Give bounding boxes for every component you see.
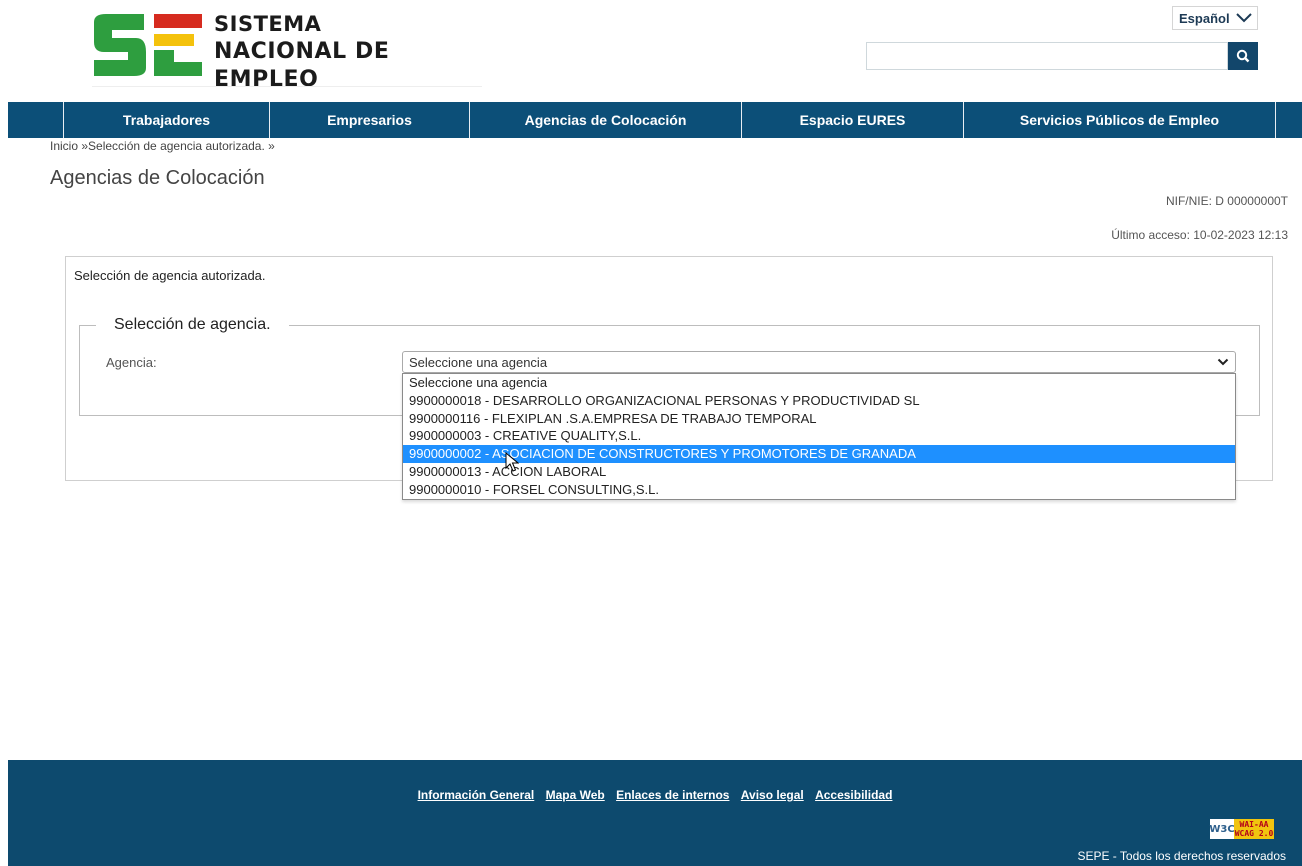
agency-dropdown-list: Seleccione una agencia 9900000018 - DESA… (402, 373, 1236, 500)
language-label: Español (1179, 10, 1230, 26)
wai-line2: WCAG 2.0 (1234, 829, 1274, 838)
language-selector[interactable]: Español (1172, 6, 1258, 30)
fieldset-legend: Selección de agencia. (96, 316, 289, 334)
copyright-text: SEPE - Todos los derechos reservados (1077, 849, 1286, 863)
wai-line1: WAI-AA (1239, 820, 1269, 829)
agency-select[interactable]: Seleccione una agencia (402, 351, 1236, 373)
nav-item-agencias[interactable]: Agencias de Colocación (470, 102, 742, 138)
footer-link-map[interactable]: Mapa Web (546, 788, 605, 802)
footer-link-accessibility[interactable]: Accesibilidad (815, 788, 892, 802)
footer-links: Información General Mapa Web Enlaces de … (8, 788, 1302, 802)
last-access: Último acceso: 10-02-2023 12:13 (1111, 228, 1288, 242)
agency-option-highlighted[interactable]: 9900000002 - ASOCIACION DE CONSTRUCTORES… (403, 445, 1235, 463)
nav-tail (1276, 102, 1302, 138)
agency-option[interactable]: Seleccione una agencia (403, 374, 1235, 392)
agency-option[interactable]: 9900000116 - FLEXIPLAN .S.A.EMPRESA DE T… (403, 410, 1235, 428)
agency-option[interactable]: 9900000010 - FORSEL CONSULTING,S.L. (403, 481, 1235, 499)
footer-link-internal[interactable]: Enlaces de internos (616, 788, 729, 802)
main-nav: Trabajadores Empresarios Agencias de Col… (8, 102, 1302, 138)
agency-label: Agencia: (106, 355, 157, 370)
logo-mark-icon (94, 14, 202, 76)
agency-select-value: Seleccione una agencia (409, 354, 548, 370)
site-logo[interactable]: SISTEMA NACIONAL DE EMPLEO (92, 8, 482, 92)
wcag-badge[interactable]: W3C WAI-AA WCAG 2.0 (1209, 819, 1274, 839)
logo-line1: SISTEMA (214, 12, 322, 36)
agency-option[interactable]: 9900000013 - ACCION LABORAL (403, 463, 1235, 481)
agency-option[interactable]: 9900000003 - CREATIVE QUALITY,S.L. (403, 427, 1235, 445)
nav-item-trabajadores[interactable]: Trabajadores (64, 102, 270, 138)
user-nif: NIF/NIE: D 00000000T (1165, 194, 1288, 208)
nav-item-servicios[interactable]: Servicios Públicos de Empleo (964, 102, 1276, 138)
nav-spacer (8, 102, 64, 138)
chevron-down-icon (1236, 13, 1252, 23)
footer-link-info[interactable]: Información General (418, 788, 535, 802)
footer-link-legal[interactable]: Aviso legal (741, 788, 804, 802)
chevron-down-icon (1217, 358, 1229, 366)
wai-aa-label: WAI-AA WCAG 2.0 (1234, 819, 1274, 839)
panel-title: Selección de agencia autorizada. (74, 268, 266, 283)
nav-item-empresarios[interactable]: Empresarios (270, 102, 470, 138)
w3c-logo: W3C (1209, 819, 1235, 839)
nav-item-eures[interactable]: Espacio EURES (742, 102, 964, 138)
footer: Información General Mapa Web Enlaces de … (8, 760, 1302, 866)
mouse-cursor-icon (505, 452, 519, 472)
logo-text: SISTEMA NACIONAL DE EMPLEO (214, 10, 482, 94)
agency-option[interactable]: 9900000018 - DESARROLLO ORGANIZACIONAL P… (403, 392, 1235, 410)
breadcrumb[interactable]: Inicio »Selección de agencia autorizada.… (50, 139, 275, 153)
page-title: Agencias de Colocación (50, 167, 265, 189)
search-input[interactable] (866, 42, 1228, 70)
search-icon (1236, 49, 1250, 63)
logo-divider (92, 86, 482, 87)
search-button[interactable] (1228, 42, 1258, 70)
